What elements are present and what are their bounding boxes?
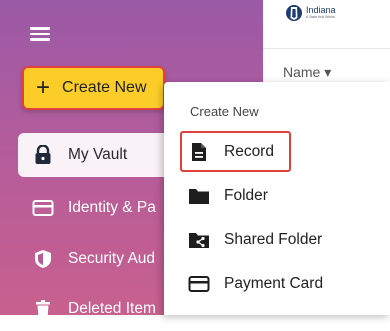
- indiana-logo: Indiana A State that Works: [285, 4, 336, 22]
- main-header: Indiana A State that Works: [263, 0, 390, 49]
- create-new-label: Create New: [62, 79, 147, 96]
- menu-item-label: Payment Card: [224, 275, 324, 292]
- create-new-button[interactable]: + Create New: [22, 66, 165, 110]
- sidebar-item-label: Security Aud: [68, 250, 156, 267]
- sidebar-item-label: My Vault: [68, 146, 128, 163]
- shared-folder-icon: [188, 229, 210, 251]
- create-new-dropdown: Create New Record Folder Shared Folder P…: [164, 82, 390, 315]
- logo-text: Indiana: [306, 5, 336, 15]
- menu-item-label: Record: [224, 143, 274, 160]
- trash-icon: [32, 298, 54, 320]
- credit-card-icon: [188, 273, 210, 295]
- shield-icon: [32, 248, 54, 270]
- sidebar-item-label: Deleted Item: [68, 300, 156, 317]
- menu-item-payment-card[interactable]: Payment Card: [164, 266, 390, 302]
- plus-icon: +: [36, 74, 51, 101]
- lock-icon: [32, 144, 54, 166]
- dropdown-title: Create New: [190, 104, 259, 119]
- menu-item-label: Shared Folder: [224, 231, 323, 248]
- sidebar-item-label: Identity & Pa: [68, 199, 156, 216]
- menu-item-shared-folder[interactable]: Shared Folder: [164, 222, 390, 258]
- hamburger-menu-icon[interactable]: [30, 25, 50, 41]
- card-icon: [32, 197, 54, 219]
- document-icon: [188, 141, 210, 163]
- logo-subtext: A State that Works: [306, 15, 335, 19]
- folder-icon: [188, 185, 210, 207]
- sidebar-item-my-vault[interactable]: My Vault: [18, 133, 178, 177]
- menu-item-folder[interactable]: Folder: [164, 178, 390, 214]
- menu-item-record[interactable]: Record: [164, 134, 390, 170]
- indiana-state-icon: [286, 5, 302, 21]
- menu-item-label: Folder: [224, 187, 268, 204]
- name-column-header[interactable]: Name ▾: [283, 64, 331, 81]
